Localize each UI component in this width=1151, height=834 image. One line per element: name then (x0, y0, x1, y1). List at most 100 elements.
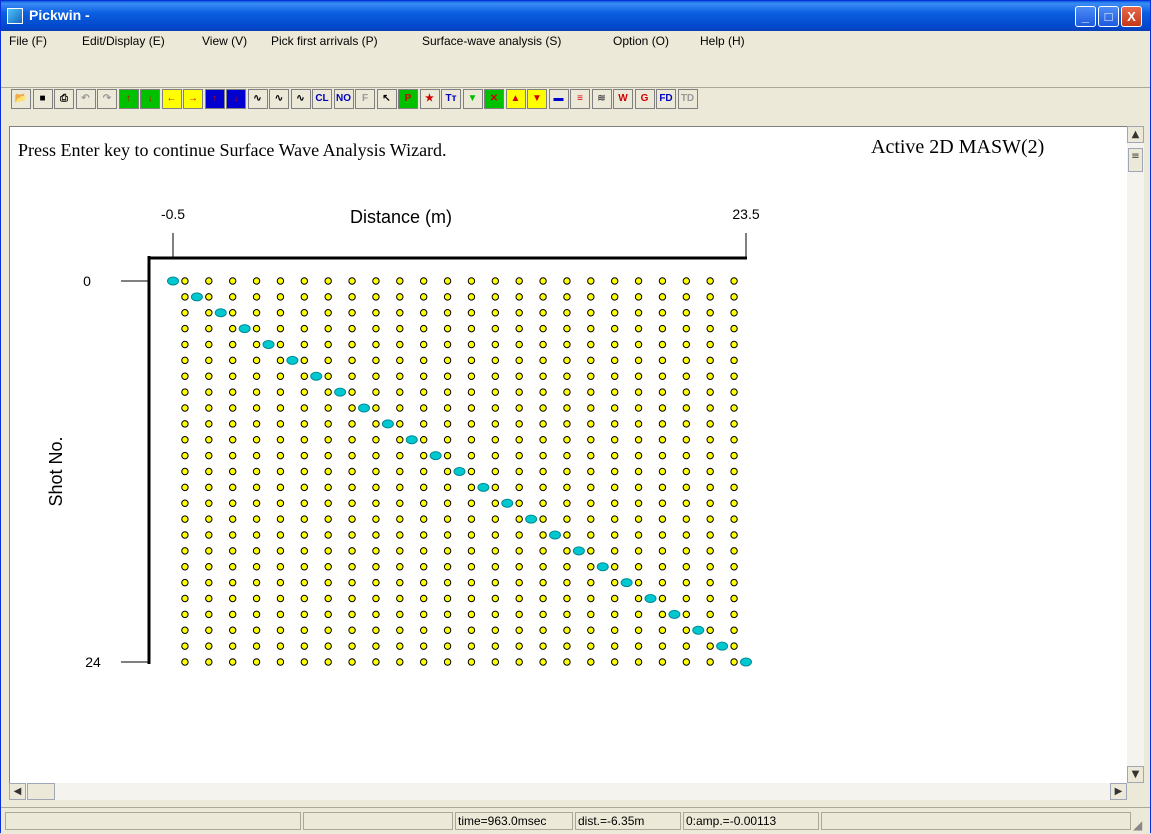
receiver-point (539, 499, 547, 507)
receiver-point (587, 293, 595, 301)
receiver-point (348, 547, 356, 555)
receiver-point (181, 309, 189, 317)
receiver-point (706, 658, 714, 666)
receiver-point (515, 578, 523, 587)
receiver-point (706, 610, 714, 619)
receiver-point (706, 436, 714, 444)
scroll-up-icon[interactable]: ▲ (1127, 126, 1144, 143)
receiver-point (706, 277, 714, 285)
receiver-point (706, 293, 714, 301)
receiver-point (181, 563, 189, 571)
receiver-point (515, 309, 523, 317)
receiver-point (419, 340, 428, 349)
receiver-point (181, 642, 189, 650)
y-axis-label: Shot No. (46, 436, 66, 506)
hscroll-thumb[interactable] (27, 783, 55, 800)
receiver-point (300, 658, 309, 666)
receiver-point (491, 578, 500, 587)
receiver-point (563, 372, 571, 380)
receiver-point (587, 340, 595, 349)
horizontal-scrollbar[interactable]: ◀ ▶ (9, 783, 1127, 800)
receiver-point (443, 404, 452, 412)
receiver-point (563, 293, 571, 301)
status-distance: dist.=-6.35m (575, 812, 681, 830)
receiver-point (730, 531, 738, 539)
receiver-point (372, 547, 380, 555)
receiver-point (658, 658, 667, 666)
receiver-point (372, 610, 380, 619)
receiver-point (467, 309, 476, 317)
scroll-thumb[interactable]: ≡ (1128, 148, 1143, 172)
receiver-point (443, 547, 452, 555)
resize-grip-icon[interactable]: ◢ (1133, 818, 1142, 832)
receiver-point (467, 467, 476, 476)
receiver-point (706, 340, 714, 349)
receiver-point (348, 388, 356, 396)
receiver-point (706, 467, 714, 476)
receiver-point (205, 324, 213, 333)
receiver-point (372, 404, 380, 412)
receiver-point (563, 594, 571, 603)
receiver-point (563, 309, 571, 317)
receiver-point (228, 340, 237, 349)
receiver-point (443, 420, 452, 428)
receiver-point (467, 658, 476, 666)
receiver-point (228, 626, 237, 634)
receiver-point (658, 594, 667, 603)
source-point (262, 340, 275, 349)
receiver-point (228, 293, 237, 301)
receiver-point (205, 626, 213, 634)
receiver-point (396, 594, 404, 603)
receiver-point (324, 578, 332, 587)
receiver-point (228, 436, 237, 444)
receiver-point (276, 451, 285, 460)
status-bar: time=963.0msec dist.=-6.35m 0:amp.=-0.00… (1, 807, 1150, 834)
scroll-right-icon[interactable]: ▶ (1110, 783, 1127, 800)
receiver-point (228, 531, 237, 539)
receiver-point (515, 420, 523, 428)
receiver-point (324, 309, 332, 317)
receiver-point (491, 563, 500, 571)
receiver-point (587, 372, 595, 380)
source-point (477, 482, 490, 492)
receiver-point (515, 610, 523, 619)
receiver-point (228, 483, 237, 492)
receiver-point (300, 499, 309, 507)
receiver-point (396, 547, 404, 555)
receiver-point (348, 324, 356, 333)
receiver-point (300, 340, 309, 349)
source-point (549, 530, 561, 540)
receiver-point (252, 436, 261, 444)
source-point (238, 324, 251, 334)
scroll-down-icon[interactable]: ▼ (1127, 766, 1144, 783)
receiver-point (467, 594, 476, 603)
receiver-point (348, 626, 356, 634)
receiver-point (658, 388, 667, 396)
receiver-point (372, 356, 380, 365)
receiver-point (205, 483, 213, 492)
scroll-left-icon[interactable]: ◀ (9, 783, 26, 800)
receiver-point (252, 642, 261, 650)
vertical-scrollbar[interactable]: ▲ ≡ ▼ (1127, 126, 1144, 783)
receiver-point (276, 388, 285, 396)
receiver-point (276, 531, 285, 539)
receiver-point (563, 467, 571, 476)
source-point (429, 451, 442, 461)
receiver-point (610, 436, 619, 444)
status-pane-1 (5, 812, 301, 830)
receiver-point (467, 563, 476, 571)
receiver-point (634, 404, 643, 412)
receiver-point (181, 404, 189, 412)
receiver-point (181, 340, 189, 349)
receiver-point (300, 594, 309, 603)
receiver-point (252, 372, 261, 380)
source-point (716, 641, 729, 651)
receiver-point (205, 563, 213, 571)
receiver-point (205, 499, 213, 507)
receiver-point (539, 531, 547, 539)
receiver-point (515, 356, 523, 365)
receiver-point (515, 467, 523, 476)
receiver-point (276, 594, 285, 603)
receiver-point (730, 658, 738, 666)
receiver-point (730, 547, 738, 555)
